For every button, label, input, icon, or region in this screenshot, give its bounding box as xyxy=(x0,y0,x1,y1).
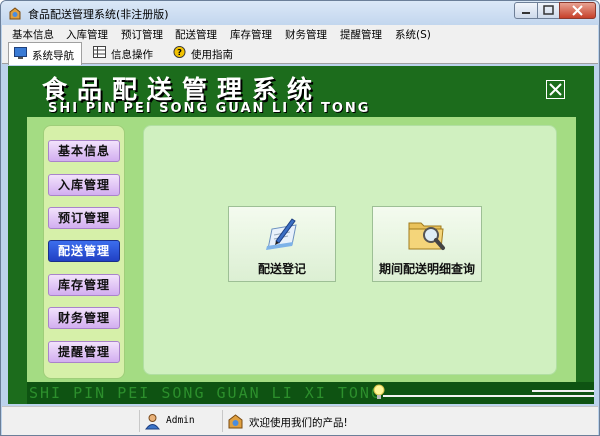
function-panel: 配送登记 期间配送明细查询 xyxy=(143,125,557,375)
tab-strip: 系统导航 信息操作 ? 使用指南 xyxy=(2,42,598,65)
menu-inbound[interactable]: 入库管理 xyxy=(66,27,108,42)
tab-info-ops[interactable]: 信息操作 xyxy=(88,42,160,64)
system-subtitle: SHI PIN PEI SONG GUAN LI XI TONG xyxy=(48,101,371,116)
grid-icon xyxy=(93,46,106,58)
register-document-icon xyxy=(266,218,297,250)
tab-system-nav[interactable]: 系统导航 xyxy=(8,42,82,65)
status-username: Admin xyxy=(166,415,195,426)
content-area: 食品配送管理系统 SHI PIN PEI SONG GUAN LI XI TON… xyxy=(8,66,594,404)
menu-system[interactable]: 系统(S) xyxy=(395,27,431,42)
user-icon xyxy=(145,414,160,430)
menu-finance[interactable]: 财务管理 xyxy=(285,27,327,42)
folder-search-icon xyxy=(408,222,445,250)
close-panel-button[interactable] xyxy=(546,80,565,99)
nav-reminder[interactable]: 提醒管理 xyxy=(48,341,120,363)
nav-finance[interactable]: 财务管理 xyxy=(48,307,120,329)
lightbulb-icon xyxy=(373,384,385,399)
tab-user-guide[interactable]: ? 使用指南 xyxy=(168,42,242,64)
status-message-cell: 欢迎使用我们的产品! xyxy=(222,410,596,432)
ticker-text: SHI PIN PEI SONG GUAN LI XI TONG xyxy=(29,384,382,402)
delivery-register-button[interactable]: 配送登记 xyxy=(228,206,336,282)
ticker-divider xyxy=(383,395,594,397)
maximize-icon xyxy=(543,5,554,15)
menu-basic-info[interactable]: 基本信息 xyxy=(12,27,54,42)
close-window-button[interactable] xyxy=(559,2,596,19)
monitor-icon xyxy=(14,47,27,59)
menu-delivery[interactable]: 配送管理 xyxy=(175,27,217,42)
help-icon: ? xyxy=(173,46,186,58)
svg-text:?: ? xyxy=(177,47,182,57)
nav-reservation[interactable]: 预订管理 xyxy=(48,207,120,229)
close-icon xyxy=(549,83,562,96)
status-bar: Admin 欢迎使用我们的产品! xyxy=(2,406,598,435)
window-title: 食品配送管理系统(非注册版) xyxy=(28,8,169,21)
nav-delivery[interactable]: 配送管理 xyxy=(48,240,120,262)
ticker-divider xyxy=(532,390,594,392)
period-delivery-query-button[interactable]: 期间配送明细查询 xyxy=(372,206,482,282)
nav-inventory[interactable]: 库存管理 xyxy=(48,274,120,296)
maximize-button[interactable] xyxy=(537,2,560,19)
nav-inbound[interactable]: 入库管理 xyxy=(48,174,120,196)
menu-reservation[interactable]: 预订管理 xyxy=(121,27,163,42)
menu-inventory[interactable]: 库存管理 xyxy=(230,27,272,42)
nav-basic-info[interactable]: 基本信息 xyxy=(48,140,120,162)
app-logo-icon xyxy=(9,7,21,20)
minimize-icon xyxy=(522,12,530,14)
app-window: 食品配送管理系统(非注册版) 基本信息 入库管理 预订管理 配送管理 库存管理 … xyxy=(0,0,600,436)
minimize-button[interactable] xyxy=(514,2,538,19)
status-message: 欢迎使用我们的产品! xyxy=(249,417,348,429)
title-bar: 食品配送管理系统(非注册版) xyxy=(1,1,599,25)
status-user-cell: Admin xyxy=(139,410,219,432)
menu-bar: 基本信息 入库管理 预订管理 配送管理 库存管理 财务管理 提醒管理 系统(S) xyxy=(2,25,598,42)
menu-reminder[interactable]: 提醒管理 xyxy=(340,27,382,42)
welcome-icon xyxy=(228,414,243,429)
navigation-area: 基本信息 入库管理 预订管理 配送管理 库存管理 财务管理 提醒管理 配送登记 … xyxy=(27,117,576,382)
close-icon xyxy=(572,5,583,16)
module-nav-panel: 基本信息 入库管理 预订管理 配送管理 库存管理 财务管理 提醒管理 xyxy=(43,125,125,379)
scrolling-ticker: SHI PIN PEI SONG GUAN LI XI TONG xyxy=(27,382,594,404)
